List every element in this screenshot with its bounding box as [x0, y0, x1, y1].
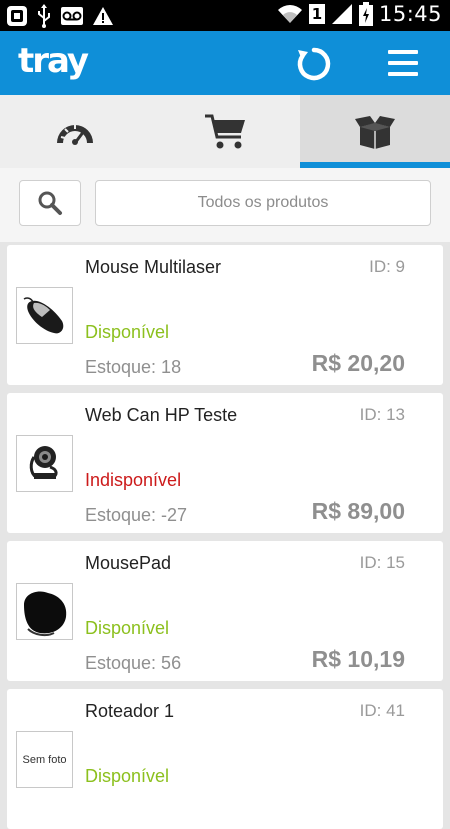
qr-icon: [7, 6, 27, 26]
product-name: Roteador 1: [85, 701, 175, 721]
product-status: Disponível: [85, 766, 170, 786]
battery-icon: [358, 2, 373, 26]
search-button[interactable]: [19, 180, 81, 226]
tab-bar: [0, 95, 450, 168]
product-card[interactable]: MousePad ID: 15 Disponível Estoque: 56 R…: [7, 541, 443, 681]
voicemail-icon: [61, 7, 83, 25]
no-photo-label: Sem foto: [22, 753, 67, 766]
product-name: Web Can HP Teste: [85, 405, 238, 425]
product-card[interactable]: Mouse Multilaser ID: 9 Disponível Estoqu…: [7, 245, 443, 385]
refresh-icon: [297, 47, 331, 81]
cart-icon: [205, 114, 245, 148]
status-bar: 1 15:45: [0, 0, 450, 31]
box-icon: [355, 115, 395, 149]
product-status: Disponível: [85, 322, 170, 342]
signal-icon: [331, 4, 352, 24]
product-card[interactable]: Sem foto Roteador 1 ID: 41 Disponível: [7, 689, 443, 829]
sim-indicator: 1: [308, 4, 325, 24]
product-id: ID: 41: [359, 701, 405, 720]
product-thumbnail: [16, 435, 73, 492]
tab-orders[interactable]: [150, 95, 300, 168]
mouse-image: [23, 296, 63, 333]
wifi-icon: [277, 5, 302, 23]
product-thumbnail: Sem foto: [16, 731, 73, 788]
product-stock: Estoque: 18: [85, 357, 182, 377]
tab-products[interactable]: [300, 95, 450, 168]
usb-icon: [38, 4, 50, 28]
webcam-image: [29, 445, 58, 479]
product-stock: Estoque: 56: [85, 653, 182, 673]
menu-icon: [388, 50, 418, 54]
search-icon: [38, 191, 62, 215]
tray-logo: tray: [18, 41, 89, 81]
product-thumbnail: [16, 287, 73, 344]
clock: 15:45: [378, 2, 442, 26]
product-id: ID: 15: [359, 553, 405, 572]
product-price: R$ 89,00: [311, 498, 405, 524]
product-status: Indisponível: [85, 470, 182, 490]
product-id: ID: 9: [369, 257, 405, 276]
product-filter-dropdown[interactable]: Todos os produtos: [95, 180, 431, 226]
product-name: MousePad: [85, 553, 172, 573]
product-thumbnail: [16, 583, 73, 640]
product-price: R$ 10,19: [311, 646, 405, 672]
product-price: R$ 20,20: [311, 350, 405, 376]
status-bar-notifications: [6, 4, 114, 28]
product-name: Mouse Multilaser: [85, 257, 222, 277]
dashboard-icon: [57, 124, 93, 145]
filter-bar: Todos os produtos: [0, 168, 450, 242]
tab-dashboard[interactable]: [0, 95, 150, 168]
product-id: ID: 13: [359, 405, 405, 424]
product-status: Disponível: [85, 618, 170, 638]
app-bar: tray: [0, 31, 450, 95]
product-stock: Estoque: -27: [85, 505, 188, 525]
warning-icon: [93, 7, 113, 25]
mousepad-image: [23, 591, 66, 636]
product-card[interactable]: Web Can HP Teste ID: 13 Indisponível Est…: [7, 393, 443, 533]
menu-button[interactable]: [388, 50, 420, 78]
refresh-button[interactable]: [296, 46, 332, 82]
status-bar-system: 1 15:45: [277, 2, 442, 26]
